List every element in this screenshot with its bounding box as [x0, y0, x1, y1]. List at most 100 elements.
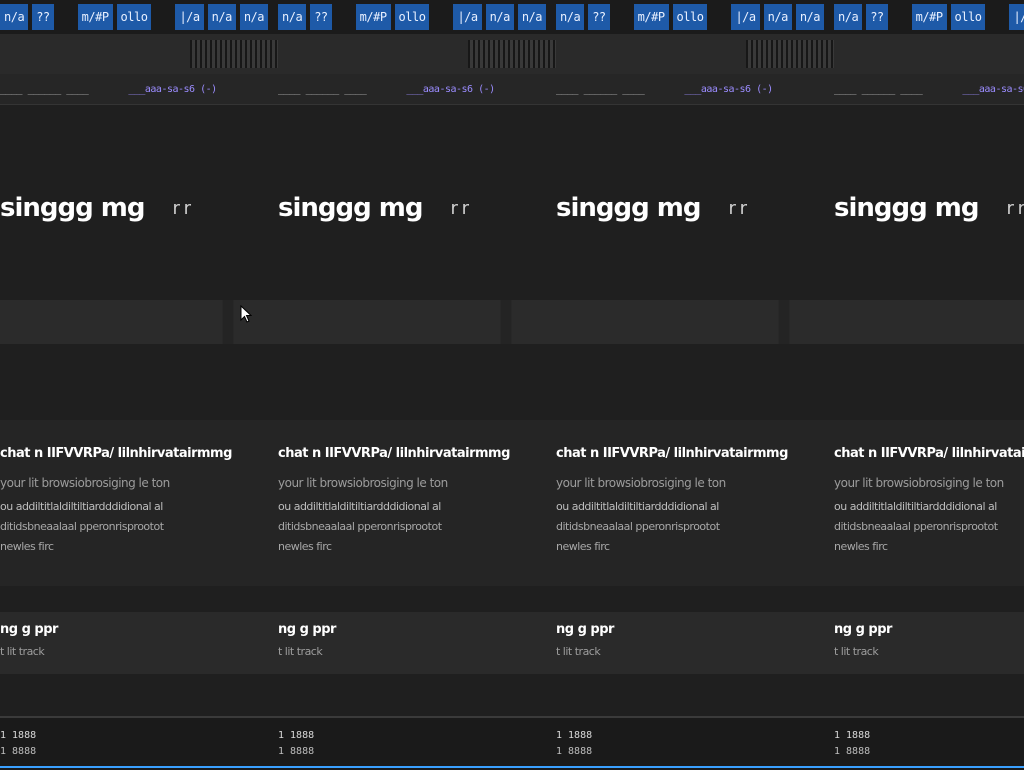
- status-bar: 1 18881 18881 18881 1888 1 88881 88881 8…: [0, 716, 1024, 770]
- toolbar-group: [278, 34, 556, 74]
- setting-title: ng g ppr: [0, 622, 278, 637]
- info-description: ditidsbneaalaal pperonrisprootot: [278, 520, 556, 533]
- browser-tab[interactable]: ollo: [395, 4, 430, 30]
- search-input[interactable]: [834, 300, 1024, 344]
- setting-row[interactable]: ng g pprng g pprng g pprng g ppr t lit t…: [0, 612, 1024, 674]
- address-accent-text: ___aaa-sa-s6 (-): [684, 84, 772, 95]
- address-url-text: ____ ______ ____: [556, 84, 644, 95]
- status-bottom-text: 1 8888: [0, 746, 278, 757]
- info-title: chat n IIFVVRPa/ lilnhirvatairmmg: [0, 446, 278, 461]
- search-band[interactable]: [0, 300, 1024, 344]
- toolbar-group: [556, 34, 834, 74]
- status-top-line: 1 18881 18881 18881 1888: [0, 730, 1024, 741]
- setting-subtitle-line: t lit trackt lit trackt lit trackt lit t…: [0, 645, 1024, 658]
- browser-tab[interactable]: ??: [32, 4, 53, 30]
- address-accent-text: ___aaa-sa-s6 (-): [962, 84, 1024, 95]
- tab-row: n/a??m/#Pollo|/an/an/an/a??m/#Pollo|/an/…: [0, 0, 1024, 34]
- browser-tab[interactable]: |/a: [1009, 4, 1024, 30]
- address-url-text: ____ ______ ____: [278, 84, 366, 95]
- browser-tab[interactable]: n/a: [278, 4, 306, 30]
- tab-separator-icon: [433, 4, 445, 30]
- toolbar-icons[interactable]: [190, 40, 278, 68]
- toolbar-group: [0, 34, 278, 74]
- browser-tab[interactable]: m/#P: [356, 4, 391, 30]
- browser-tab[interactable]: n/a: [240, 4, 268, 30]
- tab-separator-icon: [711, 4, 723, 30]
- hero-subtitle: r r: [729, 198, 747, 219]
- setting-subtitle: t lit track: [556, 645, 834, 658]
- hero-subtitle: r r: [1007, 198, 1024, 219]
- status-bottom-text: 1 8888: [278, 746, 556, 757]
- toolbar-icons[interactable]: [746, 40, 834, 68]
- address-bar[interactable]: ____ ______ ____ ___aaa-sa-s6 (-) ____ ___…: [0, 74, 1024, 105]
- info-description: your lit browsiobrosiging le ton: [0, 476, 278, 490]
- browser-tab[interactable]: ollo: [673, 4, 708, 30]
- address-row: ____ ______ ____ ___aaa-sa-s6 (-) ____ ___…: [0, 74, 1024, 104]
- address-text[interactable]: ____ ______ _______aaa-sa-s6 (-): [0, 74, 278, 104]
- browser-tab[interactable]: ollo: [951, 4, 986, 30]
- browser-tab[interactable]: m/#P: [634, 4, 669, 30]
- browser-tab[interactable]: m/#P: [912, 4, 947, 30]
- browser-tab[interactable]: n/a: [764, 4, 792, 30]
- info-description: ditidsbneaalaal pperonrisprootot: [556, 520, 834, 533]
- toolbar-row: [0, 34, 1024, 74]
- browser-tab[interactable]: m/#P: [78, 4, 113, 30]
- address-accent-text: ___aaa-sa-s6 (-): [406, 84, 494, 95]
- tab-separator-icon: [155, 4, 167, 30]
- browser-tab[interactable]: |/a: [175, 4, 203, 30]
- info-description-line: newles fircnewles fircnewles fircnewles …: [0, 540, 1024, 553]
- info-description: newles firc: [834, 540, 1024, 553]
- info-panel: chat n IIFVVRPa/ lilnhirvatairmmgchat n …: [0, 420, 1024, 586]
- info-description: ou addiltitlaldiltiltiardddidional al: [556, 500, 834, 513]
- setting-subtitle: t lit track: [278, 645, 556, 658]
- info-description: your lit browsiobrosiging le ton: [278, 476, 556, 490]
- browser-tab[interactable]: |/a: [731, 4, 759, 30]
- info-description: ditidsbneaalaal pperonrisprootot: [834, 520, 1024, 533]
- toolbar: [0, 34, 1024, 74]
- browser-tab[interactable]: ??: [588, 4, 609, 30]
- browser-tab[interactable]: |/a: [453, 4, 481, 30]
- hero-heading: singgg mgr r: [0, 180, 278, 236]
- hero-subtitle: r r: [173, 198, 191, 219]
- hero-title: singgg mg: [556, 193, 701, 223]
- info-description: your lit browsiobrosiging le ton: [834, 476, 1024, 490]
- info-description: ou addiltitlaldiltiltiardddidional al: [278, 500, 556, 513]
- browser-tab[interactable]: ??: [310, 4, 331, 30]
- hero-heading: singgg mg r r: [556, 180, 834, 236]
- toolbar-icons[interactable]: [468, 40, 556, 68]
- hero-title: singgg mg: [278, 193, 423, 223]
- browser-tab[interactable]: n/a: [556, 4, 584, 30]
- info-description-line: ou addiltitlaldiltiltiardddidional alou …: [0, 500, 1024, 513]
- address-text[interactable]: ____ ______ ____ ___aaa-sa-s6 (-): [834, 74, 1024, 104]
- info-description: newles firc: [278, 540, 556, 553]
- browser-tab[interactable]: n/a: [834, 4, 862, 30]
- search-input[interactable]: [556, 300, 834, 344]
- status-bottom-line: 1 88881 88881 88881 8888: [0, 746, 1024, 757]
- mouse-cursor-icon: [240, 305, 252, 323]
- address-text[interactable]: ____ ______ ____ ___aaa-sa-s6 (-): [556, 74, 834, 104]
- browser-tab[interactable]: n/a: [796, 4, 824, 30]
- tab-separator-icon: [989, 4, 1001, 30]
- browser-tab[interactable]: n/a: [518, 4, 546, 30]
- setting-title: ng g ppr: [278, 622, 556, 637]
- toolbar-group: [834, 34, 1024, 74]
- search-input[interactable]: [0, 300, 278, 344]
- info-description-line: ditidsbneaalaal pperonrisproototditidsbn…: [0, 520, 1024, 533]
- tab-strip: n/a??m/#Pollo|/an/an/an/a??m/#Pollo|/an/…: [0, 0, 1024, 35]
- browser-tab[interactable]: n/a: [0, 4, 28, 30]
- address-text[interactable]: ____ ______ ____ ___aaa-sa-s6 (-): [278, 74, 556, 104]
- tab-separator-icon: [336, 4, 348, 30]
- info-description: newles firc: [556, 540, 834, 553]
- info-description: ou addiltitlaldiltiltiardddidional al: [834, 500, 1024, 513]
- browser-tab[interactable]: ??: [866, 4, 887, 30]
- address-url-text: ____ ______ ____: [834, 84, 922, 95]
- browser-tab[interactable]: ollo: [117, 4, 152, 30]
- setting-title-line: ng g pprng g pprng g pprng g ppr: [0, 622, 1024, 637]
- setting-title: ng g ppr: [834, 622, 1024, 637]
- browser-tab[interactable]: n/a: [208, 4, 236, 30]
- hero-row: singgg mgr rsinggg mgr rsinggg mgr rsing…: [0, 180, 1024, 236]
- browser-tab[interactable]: n/a: [486, 4, 514, 30]
- hero-title: singgg mg: [834, 193, 979, 223]
- search-input[interactable]: [278, 300, 556, 344]
- hero-banner: singgg mgr rsinggg mgr rsinggg mgr rsing…: [0, 180, 1024, 236]
